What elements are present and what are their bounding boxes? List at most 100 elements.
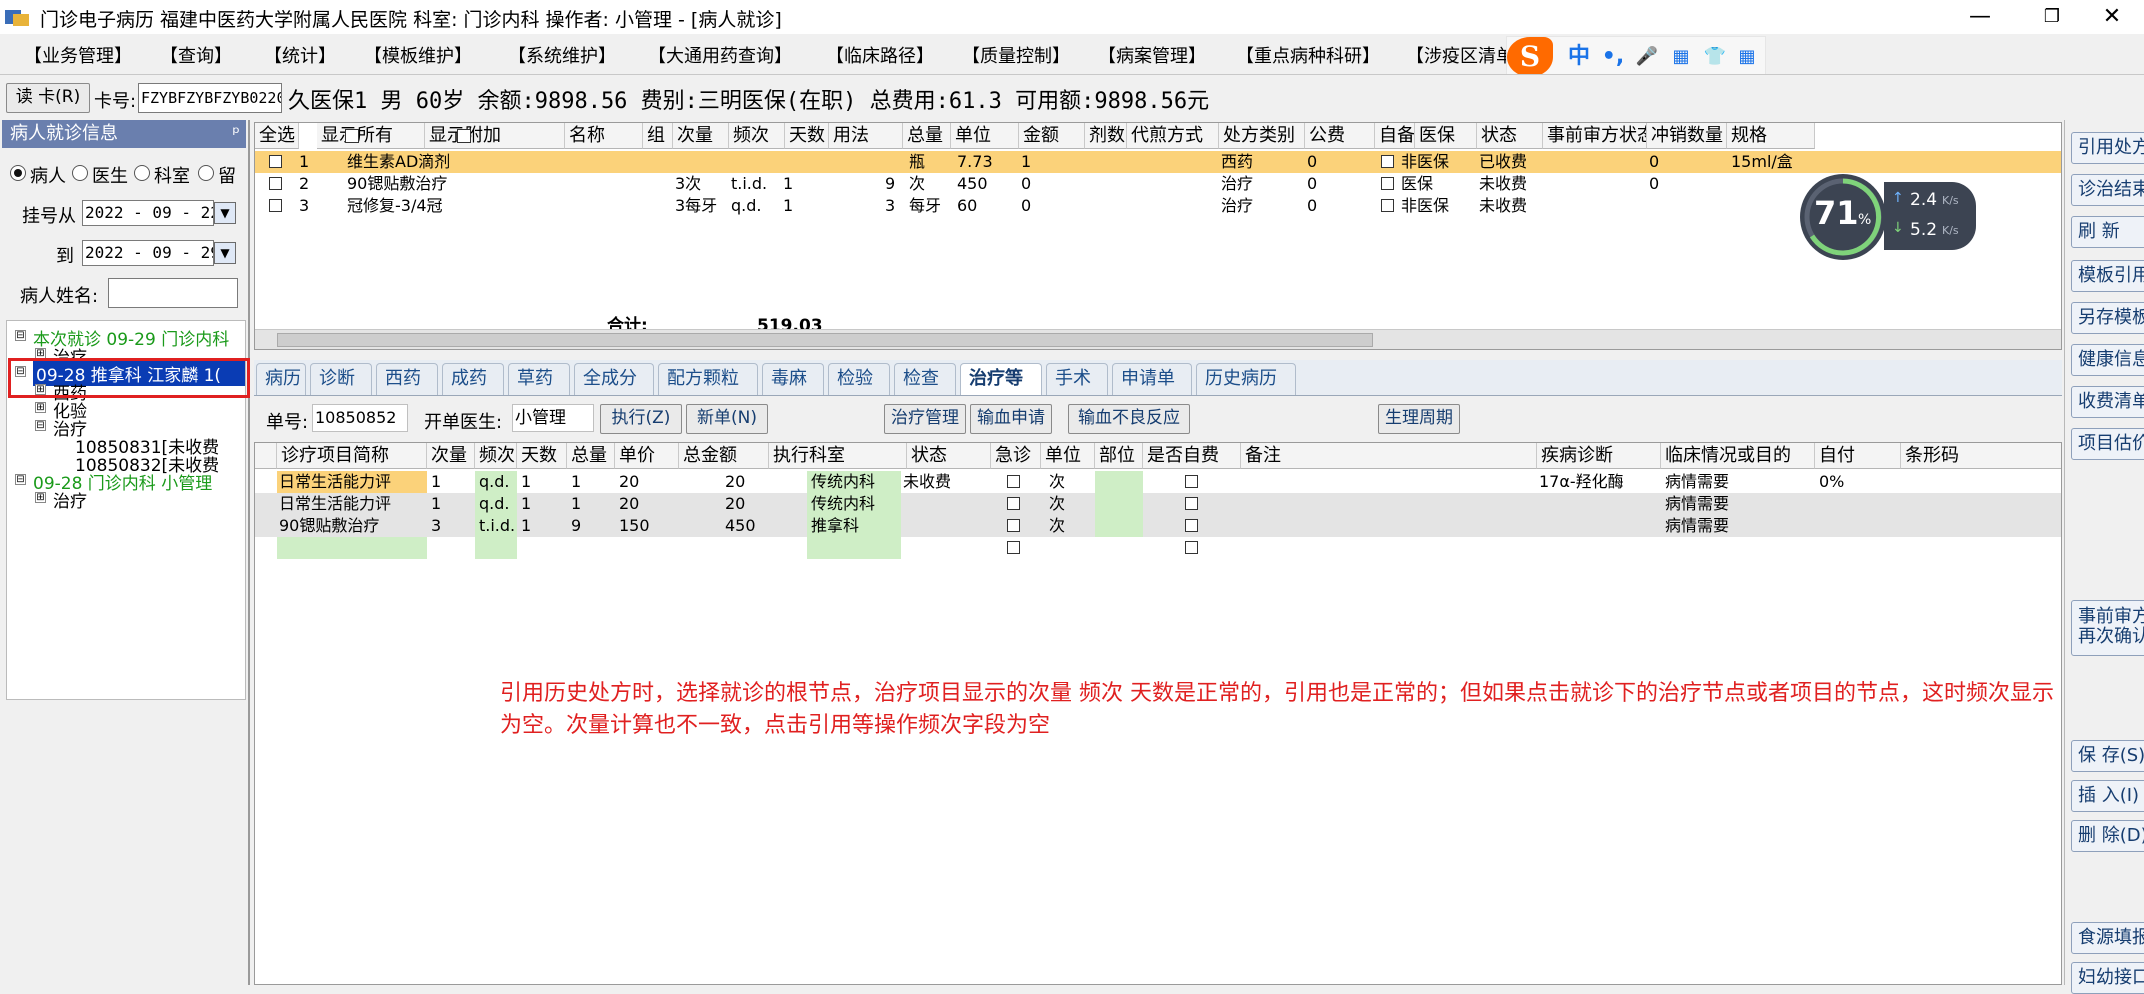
grid-cell[interactable]: 20 — [617, 493, 639, 515]
grid-cell[interactable]: 1 — [569, 471, 581, 493]
tree-toggle-icon[interactable]: ⊟ — [15, 474, 26, 485]
grid-cell[interactable]: 1 — [519, 493, 531, 515]
grid-cell[interactable]: 日常生活能力评 — [277, 471, 391, 493]
doctor-input[interactable]: 小管理 — [512, 404, 594, 432]
grid-cell[interactable]: 1 — [429, 493, 441, 515]
tab-2[interactable]: 西药 — [376, 363, 438, 395]
grid-row[interactable]: 90锶贴敷治疗 3 t.i.d. 1 9 150 450 推拿科 次 病情需要 — [255, 515, 2061, 537]
tab-11[interactable]: 手术 — [1046, 363, 1108, 395]
grid-cell[interactable]: 次 — [1047, 471, 1065, 493]
grid-cell[interactable]: 1 — [429, 471, 441, 493]
restore-button[interactable]: ❐ — [2020, 0, 2084, 34]
transfusion-adverse-reaction-button[interactable]: 输血不良反应 — [1068, 404, 1190, 434]
tab-10[interactable]: 治疗等 — [960, 363, 1042, 395]
date-to-input[interactable]: 2022 - 09 - 29 — [82, 240, 214, 266]
grid-cell[interactable]: 病情需要 — [1663, 493, 1729, 515]
toolbox-icon[interactable]: ▦ — [1733, 43, 1761, 71]
tab-12[interactable]: 申请单 — [1112, 363, 1192, 395]
scrollbar-thumb[interactable] — [277, 333, 1373, 347]
grid-cell[interactable]: 9 — [569, 515, 581, 537]
grid-cell[interactable]: 次 — [1047, 493, 1065, 515]
tab-4[interactable]: 草药 — [508, 363, 570, 395]
new-row-dept-cell[interactable] — [807, 537, 901, 559]
menu-epidemic[interactable]: 【涉疫区清单 — [1406, 42, 1514, 68]
show-extra-checkbox[interactable] — [457, 129, 471, 143]
grid-cell[interactable]: 450 — [723, 515, 756, 537]
right-button-13[interactable]: 妇幼接口 — [2071, 962, 2144, 994]
grid-cell[interactable]: 90锶贴敷治疗 — [277, 515, 379, 537]
card-number-input[interactable]: FZYBFZYBFZYB0220 — [138, 83, 282, 113]
right-button-3[interactable]: 模板引用 — [2071, 260, 2144, 292]
menu-system[interactable]: 【系统维护】 — [508, 42, 616, 68]
radio-department[interactable] — [134, 165, 150, 181]
execute-button[interactable]: 执行(Z) — [600, 404, 682, 434]
grid-cell[interactable] — [901, 515, 903, 537]
tab-8[interactable]: 检验 — [828, 363, 890, 395]
horizontal-scrollbar[interactable] — [255, 329, 2061, 349]
menu-business[interactable]: 【业务管理】 — [24, 42, 132, 68]
pin-icon[interactable]: ᵖ — [232, 120, 240, 148]
grid-row[interactable]: 3 冠修复-3/4冠 3每牙 q.d. 1 3 每牙 60 0 治疗 0 非医保 未收费 — [255, 195, 2061, 217]
grid-cell[interactable]: 150 — [617, 515, 650, 537]
grid-row[interactable]: 日常生活能力评 1 q.d. 1 1 20 20 传统内科 次 病情需要 — [255, 493, 2061, 515]
grid-cell[interactable] — [1817, 493, 1819, 515]
emergency-checkbox[interactable] — [1007, 541, 1020, 554]
right-button-6[interactable]: 收费清单 — [2071, 386, 2144, 418]
grid-cell[interactable]: 1 — [519, 471, 531, 493]
self-supplied-checkbox[interactable] — [1381, 155, 1394, 168]
right-button-12[interactable]: 食源填报 — [2071, 922, 2144, 954]
right-button-4[interactable]: 另存模板 — [2071, 302, 2144, 334]
self-supplied-checkbox[interactable] — [1381, 177, 1394, 190]
tree-node[interactable]: 治疗 — [53, 487, 87, 512]
grid-header[interactable]: 显示所有 — [317, 123, 425, 149]
blood-transfusion-request-button[interactable]: 输血申请 — [970, 404, 1052, 434]
tree-toggle-icon[interactable]: ⊟ — [35, 420, 46, 431]
keyboard-icon[interactable]: ▦ — [1667, 43, 1695, 71]
tab-7[interactable]: 毒麻 — [762, 363, 824, 395]
grid-cell[interactable] — [901, 493, 903, 515]
grid-cell[interactable]: 20 — [723, 493, 745, 515]
menu-drug-query[interactable]: 【大通用药查询】 — [648, 42, 792, 68]
tab-13[interactable]: 历史病历 — [1196, 363, 1296, 395]
grid-cell[interactable] — [1817, 515, 1819, 537]
menu-research[interactable]: 【重点病种科研】 — [1236, 42, 1380, 68]
row-select-checkbox[interactable] — [269, 155, 282, 168]
grid-cell[interactable]: q.d. — [477, 493, 509, 515]
row-select-checkbox[interactable] — [269, 177, 282, 190]
order-no-input[interactable]: 10850852 — [312, 404, 408, 432]
grid-cell[interactable] — [1537, 493, 1539, 515]
grid-cell[interactable]: 病情需要 — [1663, 515, 1729, 537]
grid-cell[interactable]: 1 — [519, 515, 531, 537]
skin-icon[interactable]: 👕 — [1701, 43, 1729, 71]
tree-toggle-icon[interactable]: ⊞ — [35, 402, 46, 413]
right-button-7[interactable]: 项目估价 — [2071, 428, 2144, 460]
tab-0[interactable]: 病历 — [256, 363, 306, 395]
menu-stats[interactable]: 【统计】 — [264, 42, 336, 68]
patient-name-input[interactable] — [108, 278, 238, 308]
grid-cell[interactable]: 3 — [429, 515, 441, 537]
menu-template[interactable]: 【模板维护】 — [364, 42, 472, 68]
grid-cell[interactable]: 病情需要 — [1663, 471, 1729, 493]
empty-new-row[interactable] — [255, 537, 2061, 559]
date-from-dropdown-icon[interactable]: ▼ — [214, 202, 236, 224]
new-row-name-cell[interactable] — [277, 537, 427, 559]
tab-6[interactable]: 配方颗粒 — [658, 363, 758, 395]
grid-cell[interactable]: q.d. — [477, 471, 509, 493]
grid-row[interactable]: 日常生活能力评 1 q.d. 1 1 20 20 传统内科 未收费 次 17α-羟化酶 病情需要 0% — [255, 471, 2061, 493]
grid-cell[interactable]: 日常生活能力评 — [277, 493, 391, 515]
grid-header[interactable]: 全选 — [255, 123, 299, 149]
right-button-2[interactable]: 刷 新 — [2071, 216, 2144, 248]
grid-cell[interactable]: 次 — [1047, 515, 1065, 537]
chinese-mode-icon[interactable]: 中 — [1565, 43, 1593, 71]
read-card-button[interactable]: 读 卡(R) — [6, 83, 90, 113]
grid-cell[interactable]: 20 — [617, 471, 639, 493]
sogou-logo-icon[interactable]: S — [1507, 37, 1553, 77]
grid-cell[interactable]: 20 — [723, 471, 745, 493]
radio-patient[interactable] — [10, 165, 26, 181]
microphone-icon[interactable]: 🎤 — [1633, 43, 1661, 71]
grid-cell[interactable]: 推拿科 — [809, 515, 859, 537]
tree-toggle-icon[interactable]: ⊟ — [15, 330, 26, 341]
grid-cell[interactable]: 未收费 — [901, 471, 951, 493]
menu-quality[interactable]: 【质量控制】 — [962, 42, 1070, 68]
menu-query[interactable]: 【查询】 — [160, 42, 232, 68]
